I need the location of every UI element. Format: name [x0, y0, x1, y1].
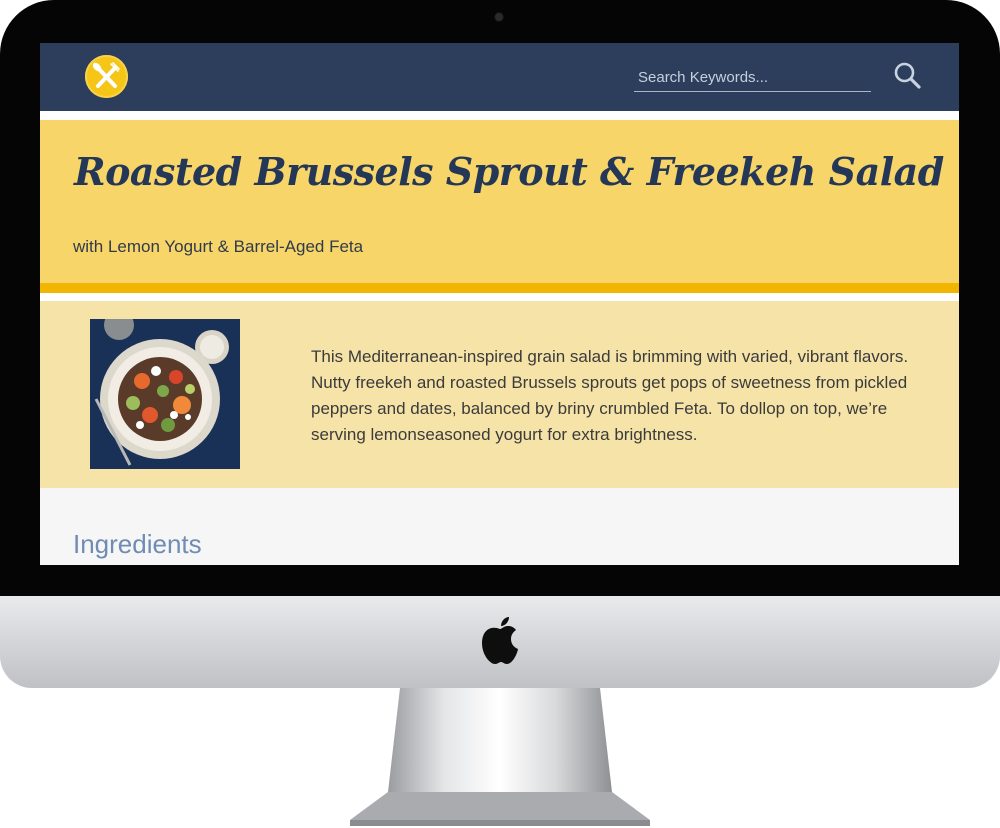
search-box	[634, 61, 871, 92]
section-divider	[40, 293, 959, 301]
recipe-description: This Mediterranean-inspired grain salad …	[311, 347, 909, 444]
fork-knife-logo-icon[interactable]	[85, 55, 128, 98]
apple-logo-icon	[482, 617, 518, 664]
recipe-hero: Roasted Brussels Sprout & Freekeh Salad …	[40, 120, 959, 285]
recipe-title: Roasted Brussels Sprout & Freekeh Salad	[74, 149, 944, 194]
browser-screen: Roasted Brussels Sprout & Freekeh Salad …	[40, 43, 959, 565]
top-navbar	[40, 43, 959, 111]
monitor-chin	[0, 596, 1000, 688]
magnifier-glyph	[894, 62, 921, 89]
recipe-subtitle: with Lemon Yogurt & Barrel-Aged Feta	[73, 237, 364, 256]
monitor-stand	[350, 688, 650, 826]
recipe-photo[interactable]	[90, 319, 240, 469]
ingredients-heading: Ingredients	[73, 529, 202, 559]
search-icon[interactable]	[892, 60, 924, 92]
recipe-intro: This Mediterranean-inspired grain salad …	[40, 301, 959, 488]
fork-knife-glyph	[92, 62, 120, 88]
accent-rule	[40, 283, 959, 293]
search-input[interactable]	[634, 61, 871, 89]
webcam	[495, 13, 503, 21]
header-divider	[40, 111, 959, 120]
